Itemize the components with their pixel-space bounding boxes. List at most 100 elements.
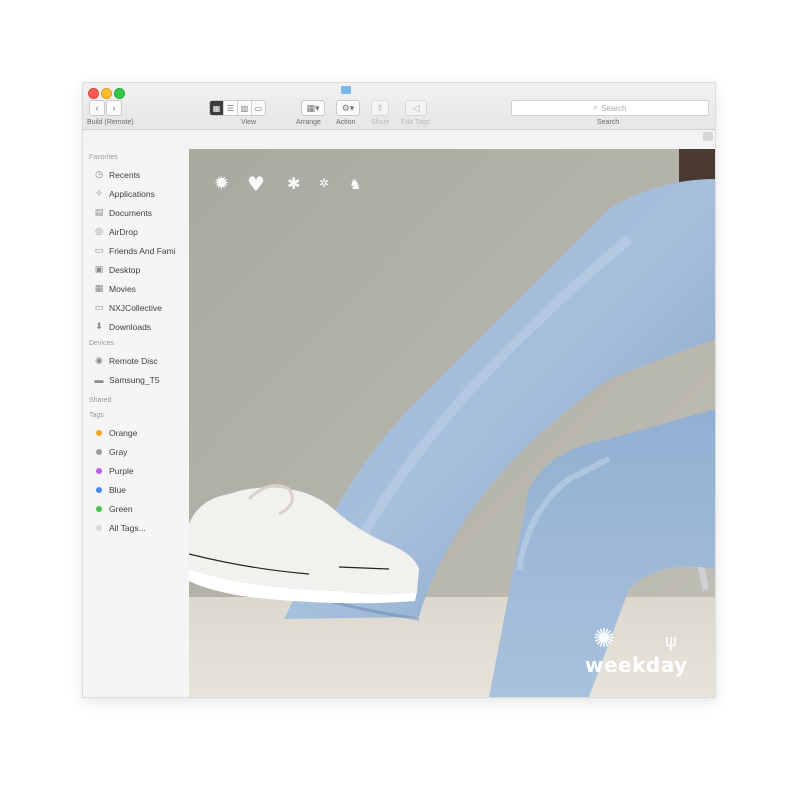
sidebar-item-samsung-t5[interactable]: ▬ Samsung_T5 [83, 370, 189, 389]
sidebar-item-green[interactable]: Green [83, 499, 189, 518]
desktop-icon: ▣ [94, 264, 104, 274]
svg-text:✹: ✹ [214, 173, 229, 194]
tag-color-dot-icon [96, 448, 102, 455]
sidebar-toggle-button[interactable] [703, 132, 713, 141]
search-field[interactable]: ⌕ Search [511, 100, 709, 116]
svg-text:✺: ✺ [593, 624, 615, 654]
forward-button[interactable]: › [106, 100, 122, 116]
sidebar-item-label: Downloads [109, 321, 152, 332]
sidebar-item-label: NXJCollective [109, 302, 162, 313]
applications-icon: ✧ [95, 188, 103, 198]
svg-text:♥: ♥ [247, 172, 265, 196]
tags-list: Orange Gray Purple Blue Green All Tags... [83, 423, 189, 537]
devices-list: ◉ Remote Disc ▬ Samsung_T5 [83, 351, 189, 389]
sidebar-item-orange[interactable]: Orange [83, 423, 189, 442]
sidebar-item-recents[interactable]: ◷ Recents [83, 165, 189, 184]
folder-icon: ▭ [94, 245, 104, 255]
action-label: Action [336, 119, 356, 126]
tags-header: Tags [89, 412, 104, 419]
folder-icon [341, 86, 351, 94]
view-label: View [241, 119, 257, 126]
sidebar-item-label: Remote Disc [109, 355, 158, 366]
finder-window: ‹ › Build (Remote) ▦ ☰ ▥ ▭ View ▦▾ Arran… [83, 83, 715, 697]
edit-tags-label: Edit Tags [401, 119, 430, 126]
minimize-window-button[interactable] [101, 88, 112, 99]
arrange-button[interactable]: ▦▾ [301, 100, 325, 116]
edit-tags-button[interactable]: ◁ [405, 100, 427, 116]
svg-text:♞: ♞ [349, 177, 362, 193]
search-placeholder: Search [601, 103, 627, 113]
share-label: Share [371, 119, 390, 126]
jeans-photo: ✹ ♥ ✱ ✲ ♞ ✺ ψ [189, 149, 715, 697]
sidebar-item-label: Blue [109, 484, 127, 495]
downloads-icon: ⬇ [95, 321, 103, 331]
airdrop-icon: ◎ [95, 226, 103, 236]
sidebar-item-label: Green [109, 503, 133, 514]
folder-icon: ▭ [94, 302, 104, 312]
favorites-list: ◷ Recents ✧ Applications ▤ Documents ◎ AirDrop ▭… [83, 165, 189, 336]
close-window-button[interactable] [88, 88, 99, 99]
sidebar-item-blue[interactable]: Blue [83, 480, 189, 499]
shared-header: Shared [89, 397, 112, 404]
sidebar-item-nxjcollective[interactable]: ▭ NXJCollective [83, 298, 189, 317]
chevron-right-icon: › [112, 103, 116, 113]
sidebar-item-applications[interactable]: ✧ Applications [83, 184, 189, 203]
sidebar-item-label: Desktop [109, 264, 141, 275]
tag-color-dot-icon [96, 429, 102, 436]
drive-icon: ▬ [94, 374, 104, 385]
disc-icon: ◉ [95, 355, 103, 365]
tag-color-dot-icon [96, 505, 102, 512]
column-view-icon[interactable]: ▥ [238, 101, 252, 115]
tag-icon: ◁ [412, 102, 420, 113]
tag-color-dot-icon [96, 467, 102, 474]
sidebar-item-downloads[interactable]: ⬇ Downloads [83, 317, 189, 336]
sidebar-item-purple[interactable]: Purple [83, 461, 189, 480]
view-mode-control[interactable]: ▦ ☰ ▥ ▭ [209, 100, 266, 116]
list-view-icon[interactable]: ☰ [224, 101, 238, 115]
documents-icon: ▤ [94, 207, 104, 217]
gear-icon: ⚙▾ [341, 102, 355, 113]
svg-text:ψ: ψ [665, 631, 677, 652]
gallery-view-icon[interactable]: ▭ [252, 101, 265, 115]
sidebar-item-airdrop[interactable]: ◎ AirDrop [83, 222, 189, 241]
zoom-window-button[interactable] [114, 88, 125, 99]
tag-color-dot-icon [96, 486, 102, 493]
finder-sidebar: Favorites ◷ Recents ✧ Applications ▤ Document… [83, 149, 190, 697]
icon-view-icon[interactable]: ▦ [210, 101, 224, 115]
svg-text:✱: ✱ [287, 174, 300, 193]
brand-watermark: weekday [585, 653, 688, 677]
back-button[interactable]: ‹ [89, 100, 105, 116]
movies-icon: ▦ [94, 283, 104, 293]
finder-toolbar: ‹ › Build (Remote) ▦ ☰ ▥ ▭ View ▦▾ Arran… [83, 83, 715, 130]
sidebar-item-label: Applications [109, 188, 155, 199]
sidebar-item-label: AirDrop [109, 226, 138, 237]
clock-icon: ◷ [95, 169, 103, 179]
sidebar-item-label: Gray [109, 446, 128, 457]
tag-color-dot-icon [96, 524, 102, 531]
arrange-label: Arrange [296, 119, 321, 126]
devices-header: Devices [89, 340, 114, 347]
sidebar-item-all-tags[interactable]: All Tags... [83, 518, 189, 537]
share-icon: ⇧ [376, 102, 384, 113]
sidebar-item-label: Purple [109, 465, 134, 476]
sidebar-item-movies[interactable]: ▦ Movies [83, 279, 189, 298]
sidebar-item-label: All Tags... [109, 522, 146, 533]
sidebar-item-label: Friends And Fami [109, 245, 176, 256]
sidebar-item-label: Samsung_T5 [109, 374, 160, 385]
search-icon: ⌕ [593, 103, 599, 112]
sidebar-item-label: Orange [109, 427, 138, 438]
preview-image: ✹ ♥ ✱ ✲ ♞ ✺ ψ weekday [189, 149, 715, 697]
action-button[interactable]: ⚙▾ [336, 100, 360, 116]
sidebar-item-remote-disc[interactable]: ◉ Remote Disc [83, 351, 189, 370]
sidebar-item-friends-and-fami[interactable]: ▭ Friends And Fami [83, 241, 189, 260]
sidebar-item-documents[interactable]: ▤ Documents [83, 203, 189, 222]
share-button[interactable]: ⇧ [371, 100, 389, 116]
search-label: Search [597, 119, 620, 126]
sidebar-item-desktop[interactable]: ▣ Desktop [83, 260, 189, 279]
sidebar-item-label: Movies [109, 283, 136, 294]
svg-text:✲: ✲ [319, 176, 329, 190]
path-label: Build (Remote) [87, 119, 134, 126]
sidebar-item-gray[interactable]: Gray [83, 442, 189, 461]
sidebar-item-label: Recents [109, 169, 141, 180]
chevron-left-icon: ‹ [95, 103, 99, 113]
